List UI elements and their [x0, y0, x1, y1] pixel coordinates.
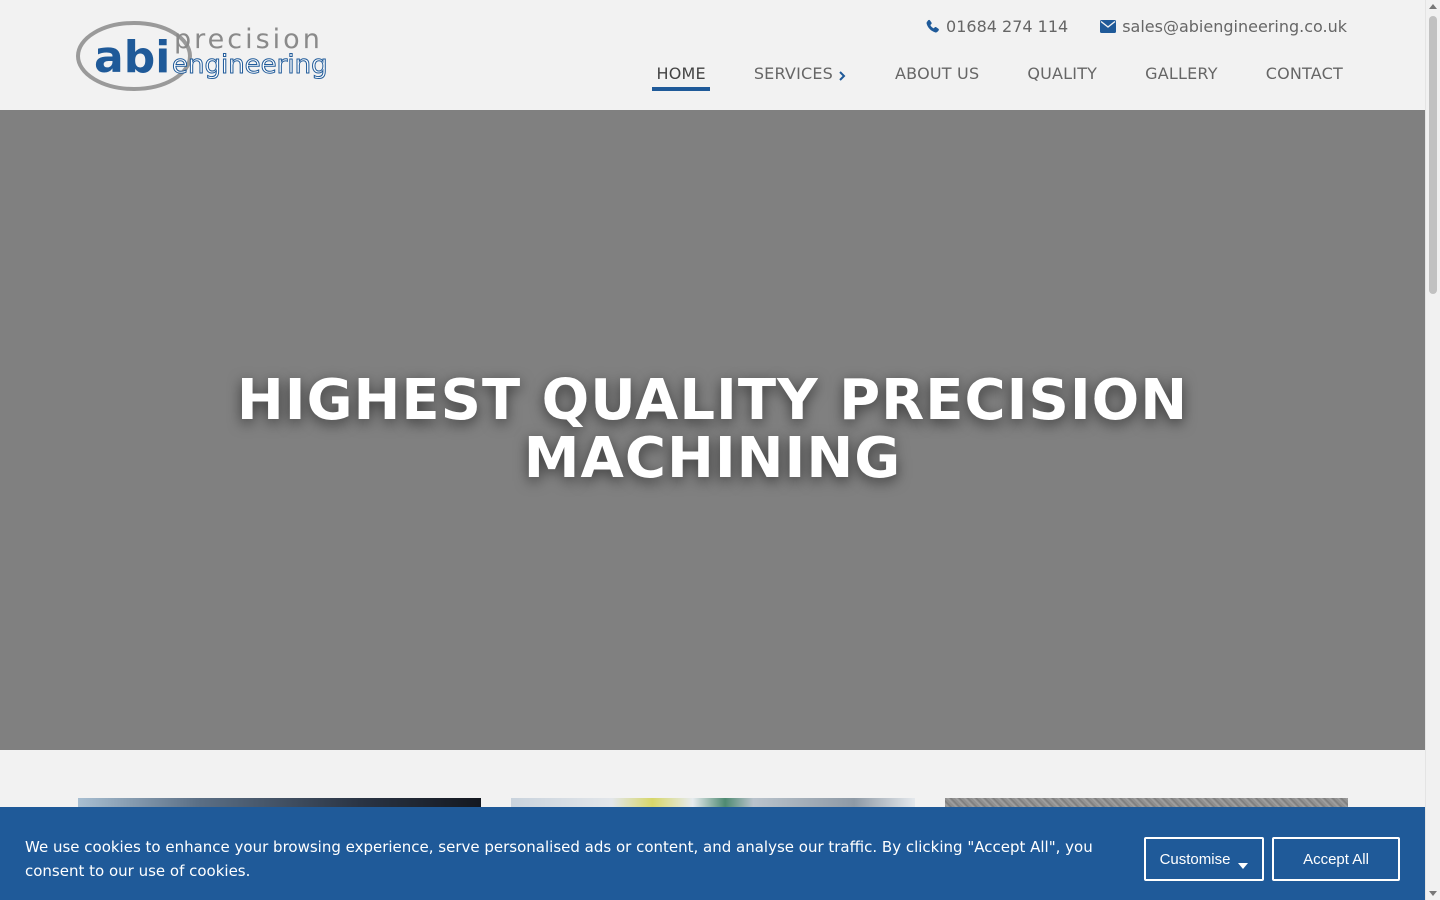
hero-title-line-2: MACHINING: [523, 426, 902, 491]
nav-item-services[interactable]: SERVICES: [750, 62, 851, 84]
nav-item-home[interactable]: HOME: [652, 62, 711, 91]
customise-label: Customise: [1159, 850, 1231, 868]
hero-title: HIGHEST QUALITY PRECISION MACHINING: [163, 372, 1263, 488]
customise-button[interactable]: Customise: [1144, 837, 1264, 881]
nav-item-quality[interactable]: QUALITY: [1023, 62, 1101, 84]
email-address: sales@abiengineering.co.uk: [1122, 17, 1347, 36]
cookie-banner: We use cookies to enhance your browsing …: [0, 807, 1425, 900]
scroll-up-arrow-icon[interactable]: [1429, 4, 1437, 9]
site-header: abi precision engineering 01684 274 114 …: [0, 0, 1425, 110]
accept-all-button[interactable]: Accept All: [1272, 837, 1400, 881]
nav-item-about-us[interactable]: ABOUT US: [891, 62, 983, 84]
nav-label-gallery: GALLERY: [1145, 63, 1218, 83]
nav-item-contact[interactable]: CONTACT: [1262, 62, 1347, 84]
site-logo[interactable]: abi precision engineering: [76, 16, 332, 94]
caret-down-icon: [1238, 856, 1249, 869]
main-nav: HOME SERVICES ABOUT US QUALITY GALLERY C…: [652, 62, 1347, 91]
contact-row: 01684 274 114 sales@abiengineering.co.uk: [925, 17, 1347, 36]
nav-item-gallery[interactable]: GALLERY: [1141, 62, 1222, 84]
cookie-message: We use cookies to enhance your browsing …: [25, 838, 1093, 880]
scroll-down-arrow-icon[interactable]: [1429, 891, 1437, 896]
accept-all-label: Accept All: [1303, 850, 1369, 868]
logo-abi: abi: [94, 32, 170, 83]
hero-banner: HIGHEST QUALITY PRECISION MACHINING: [0, 110, 1425, 750]
envelope-icon: [1100, 20, 1117, 33]
page: abi precision engineering 01684 274 114 …: [0, 0, 1425, 900]
chevron-right-icon: [837, 67, 847, 81]
nav-label-about-us: ABOUT US: [895, 63, 980, 83]
nav-label-quality: QUALITY: [1027, 63, 1098, 83]
nav-label-home: HOME: [656, 63, 706, 83]
page-scrollbar[interactable]: [1425, 0, 1440, 900]
scrollbar-thumb[interactable]: [1429, 16, 1437, 294]
phone-link[interactable]: 01684 274 114: [925, 17, 1068, 36]
nav-label-contact: CONTACT: [1265, 63, 1343, 83]
phone-number: 01684 274 114: [946, 17, 1069, 36]
nav-label-services: SERVICES: [753, 63, 834, 83]
logo-engineering: engineering: [172, 50, 328, 80]
hero-title-line-1: HIGHEST QUALITY PRECISION: [236, 368, 1189, 433]
phone-icon: [925, 19, 940, 34]
email-link[interactable]: sales@abiengineering.co.uk: [1100, 17, 1347, 36]
